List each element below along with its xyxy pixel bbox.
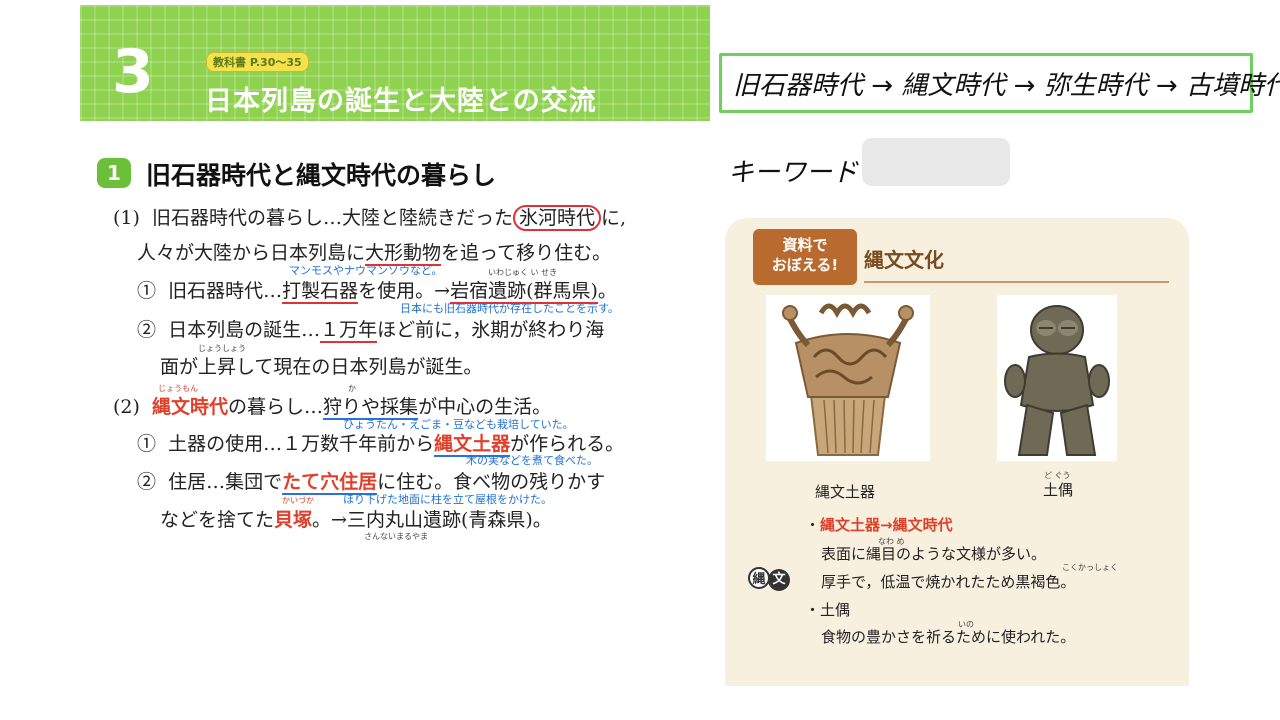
paragraph-1-line-1: (1) 旧石器時代の暮らし…大陸と陸続きだった 氷河時代 に,	[113, 205, 627, 231]
circled-term: 氷河時代	[513, 205, 602, 231]
jomon-pottery-image	[766, 295, 930, 461]
bullet-1-line-2: 表面に縄目のような文様が多い。	[821, 545, 1047, 563]
item-1-2-line-2: 面が上昇して現在の日本列島が誕生。	[160, 356, 483, 378]
item-2-2: ② 住居…集団でたて穴住居に住む。食べ物の残りかす	[137, 471, 606, 495]
note-konomi: 木の実などを煮て食べた。	[466, 454, 598, 467]
paragraph-2-line-1: (2) 縄文時代の暮らし…狩りや採集が中心の生活。	[113, 396, 552, 420]
bullet-1-line-3: 厚手で，低温で焼かれたため黒褐色。	[821, 573, 1076, 591]
keyword-label: キーワード：	[728, 158, 885, 188]
chapter-number: 3	[112, 37, 154, 107]
panel-divider	[864, 281, 1169, 283]
caption-dogu: 土偶	[1043, 481, 1074, 499]
textbook-ref-badge: 教科書 P.30～35	[206, 52, 309, 72]
jomon-badge: 縄文	[748, 567, 800, 591]
panel-tab: 資料で おぼえる!	[753, 229, 857, 285]
caption-pottery: 縄文土器	[815, 483, 876, 501]
bullet-2-line-2: 食物の豊かさを祈るために使われた。	[821, 628, 1076, 646]
section-title: 旧石器時代と縄文時代の暮らし	[146, 161, 497, 190]
timeline-text: 旧石器時代 → 縄文時代 → 弥生時代 → 古墳時代	[733, 71, 1280, 101]
chapter-title: 日本列島の誕生と大陸との交流	[205, 86, 597, 117]
note-paleolithic: 日本にも旧石器時代が存在したことを示す。	[400, 302, 619, 315]
panel-title: 縄文文化	[864, 248, 944, 272]
section-number: 1	[97, 158, 131, 188]
bullet-1-title: ・縄文土器→縄文時代	[805, 516, 953, 534]
dogu-figurine-image	[997, 295, 1117, 461]
item-1-1: ① 旧石器時代…打製石器を使用。→岩宿遺跡(群馬県)。	[137, 280, 617, 304]
bullet-2-title: ・土偶	[805, 601, 851, 619]
item-1-2: ② 日本列島の誕生…１万年ほど前に，氷期が終わり海	[137, 319, 605, 343]
keyword-answer-box[interactable]	[862, 138, 1010, 186]
paragraph-1-line-2: 人々が大陸から日本列島に大形動物を追って移り住む。	[137, 242, 612, 266]
ruby-sannai: さんないまるやま	[364, 532, 428, 541]
item-2-2-line-2: などを捨てた貝塚。→三内丸山遺跡(青森県)。	[160, 509, 552, 531]
